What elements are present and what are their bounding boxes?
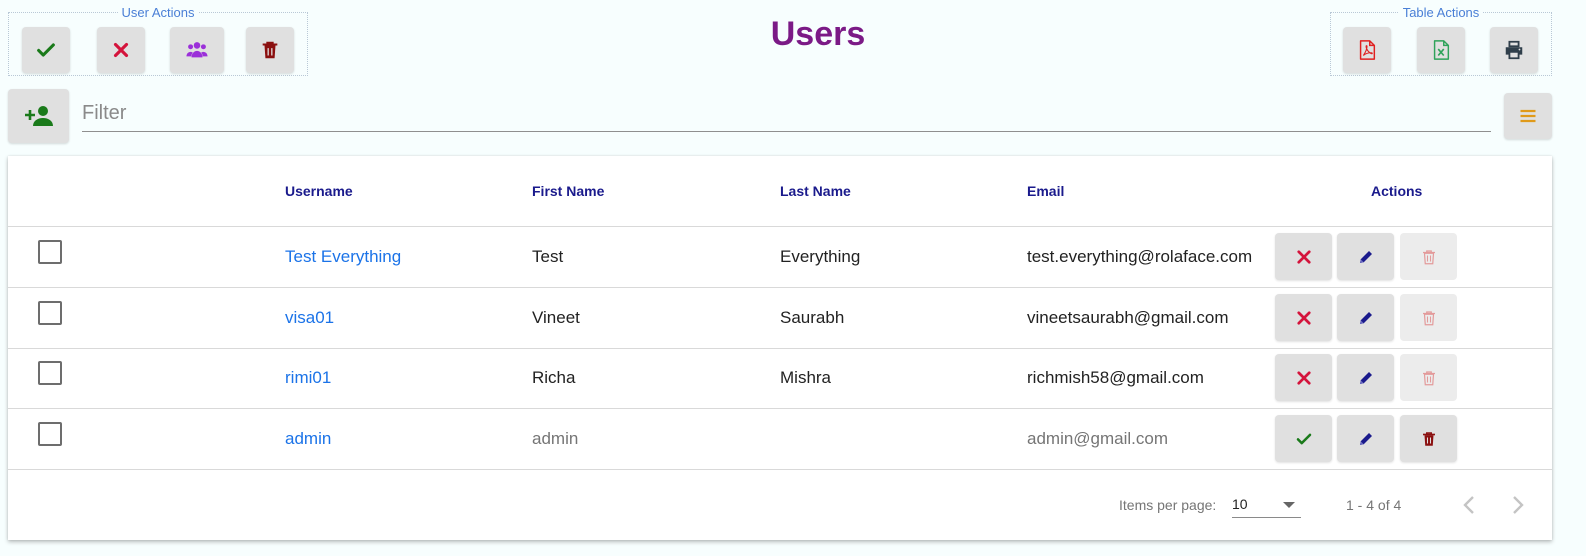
activate-user-button[interactable]	[1275, 415, 1332, 462]
delete-user-button[interactable]	[1400, 233, 1457, 280]
table-actions-group: Table Actions	[1330, 5, 1552, 76]
check-icon	[1296, 433, 1311, 444]
edit-user-button[interactable]	[1337, 354, 1394, 401]
row-checkbox[interactable]	[38, 301, 62, 325]
deactivate-user-button[interactable]	[1275, 294, 1332, 341]
trash-icon	[1422, 431, 1435, 446]
row-checkbox[interactable]	[38, 361, 62, 385]
column-menu-button[interactable]	[1504, 93, 1552, 139]
pencil-icon	[1359, 432, 1372, 445]
row-checkbox[interactable]	[38, 422, 62, 446]
email-cell: richmish58@gmail.com	[1027, 368, 1204, 387]
trash-icon	[1422, 370, 1435, 385]
previous-page-button[interactable]	[1454, 490, 1484, 520]
export-excel-button[interactable]	[1417, 27, 1465, 73]
table-row: visa01 Vineet Saurabh vineetsaurabh@gmai…	[8, 288, 1552, 349]
table-row: Test Everything Test Everything test.eve…	[8, 227, 1552, 288]
close-icon	[1296, 310, 1311, 325]
delete-user-button[interactable]	[1400, 354, 1457, 401]
row-checkbox[interactable]	[38, 240, 62, 264]
table-row: rimi01 Richa Mishra richmish58@gmail.com	[8, 348, 1552, 409]
trash-icon	[1422, 310, 1435, 325]
edit-user-button[interactable]	[1337, 294, 1394, 341]
next-page-button[interactable]	[1503, 490, 1533, 520]
print-button[interactable]	[1490, 27, 1538, 73]
chevron-right-icon	[1513, 496, 1524, 514]
page-size-select[interactable]: 10	[1232, 492, 1301, 518]
table-header: Username First Name Last Name Email Acti…	[8, 156, 1552, 227]
deactivate-user-button[interactable]	[1275, 233, 1332, 280]
email-cell: test.everything@rolaface.com	[1027, 247, 1253, 266]
chevron-left-icon	[1463, 496, 1474, 514]
delete-user-button[interactable]	[1400, 294, 1457, 341]
first-name-cell: Test	[532, 247, 564, 266]
close-icon	[1296, 370, 1311, 385]
delete-user-button[interactable]	[1400, 415, 1457, 462]
export-pdf-button[interactable]	[1343, 27, 1391, 73]
chevron-down-icon	[1283, 502, 1295, 508]
filter-input[interactable]	[82, 96, 1491, 132]
column-header-email[interactable]: Email	[1027, 183, 1064, 199]
add-user-icon	[24, 106, 53, 126]
first-name-cell: admin	[532, 429, 579, 448]
last-name-cell: Mishra	[780, 368, 832, 387]
deactivate-user-button[interactable]	[1275, 354, 1332, 401]
first-name-cell: Richa	[532, 368, 576, 387]
last-name-cell: Saurabh	[780, 308, 845, 327]
column-header-actions: Actions	[1371, 183, 1423, 199]
username-link[interactable]: visa01	[285, 308, 334, 328]
email-cell: admin@gmail.com	[1027, 429, 1169, 448]
username-link[interactable]: rimi01	[285, 368, 331, 388]
pencil-icon	[1359, 250, 1372, 263]
page-size-value: 10	[1232, 496, 1248, 512]
username-link[interactable]: admin	[285, 429, 331, 449]
column-header-first-name[interactable]: First Name	[532, 183, 604, 199]
users-table: Username First Name Last Name Email Acti…	[8, 156, 1552, 540]
edit-user-button[interactable]	[1337, 233, 1394, 280]
close-icon	[1296, 249, 1311, 264]
items-per-page-label: Items per page:	[1119, 497, 1217, 513]
page-range-label: 1 - 4 of 4	[1346, 497, 1402, 513]
excel-file-icon	[1433, 40, 1450, 60]
menu-icon	[1520, 109, 1536, 123]
trash-icon	[1422, 249, 1435, 264]
table-row: admin admin admin@gmail.com	[8, 409, 1552, 470]
edit-user-button[interactable]	[1337, 415, 1394, 462]
pdf-file-icon	[1359, 40, 1376, 60]
last-name-cell: Everything	[780, 247, 861, 266]
print-icon	[1505, 40, 1523, 60]
add-user-button[interactable]	[8, 89, 69, 143]
column-header-username[interactable]: Username	[285, 183, 353, 199]
email-cell: vineetsaurabh@gmail.com	[1027, 308, 1229, 327]
first-name-cell: Vineet	[532, 308, 580, 327]
username-link[interactable]: Test Everything	[285, 247, 401, 267]
pencil-icon	[1359, 371, 1372, 384]
table-actions-legend: Table Actions	[1398, 5, 1484, 20]
pencil-icon	[1359, 311, 1372, 324]
column-header-last-name[interactable]: Last Name	[780, 183, 851, 199]
